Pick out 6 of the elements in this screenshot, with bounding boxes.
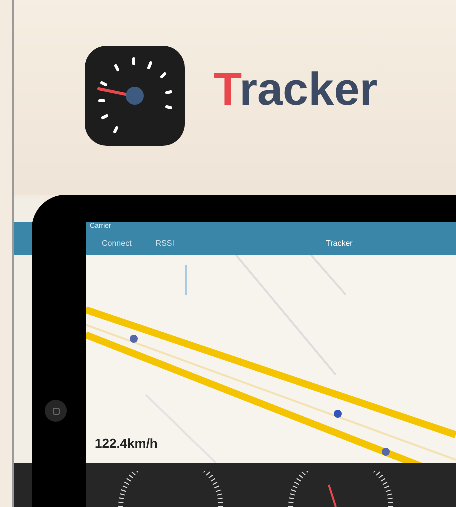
app-title: Tracker bbox=[214, 66, 378, 112]
speedometer-icon bbox=[85, 46, 185, 146]
speed-readout: 122.4km/h bbox=[95, 434, 158, 452]
nav-button[interactable]: Connect bbox=[102, 238, 132, 250]
navigation-title: Tracker bbox=[326, 238, 353, 250]
nav-button[interactable]: RSSI bbox=[156, 238, 174, 250]
